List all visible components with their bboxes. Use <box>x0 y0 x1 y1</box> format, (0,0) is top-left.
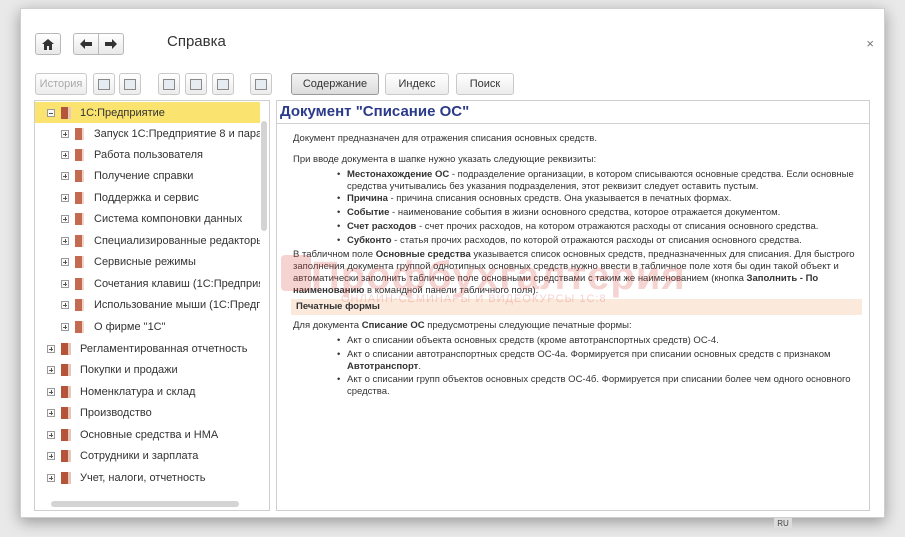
page-icon <box>75 212 84 225</box>
title-divider <box>277 123 869 124</box>
expand-toggle-icon[interactable] <box>61 300 69 309</box>
book-icon <box>61 428 71 441</box>
expand-toggle-icon[interactable] <box>47 344 55 353</box>
tree-item[interactable]: Использование мыши (1С:Предпри <box>35 294 260 315</box>
expand-toggle-icon[interactable] <box>61 322 69 331</box>
tree-horizontal-scrollbar[interactable] <box>51 501 239 507</box>
expand-toggle-icon[interactable] <box>47 473 55 482</box>
page-icon <box>75 191 84 204</box>
print-page-icon[interactable] <box>93 73 115 95</box>
book-icon <box>61 385 71 398</box>
tab-contents[interactable]: Содержание <box>291 73 379 95</box>
expand-toggle-icon[interactable] <box>47 387 55 396</box>
tree-item[interactable]: Специализированные редакторы <box>35 230 260 251</box>
tree-item[interactable]: Номенклатура и склад <box>35 381 260 402</box>
tree-vertical-scrollbar[interactable] <box>261 121 267 231</box>
arrow-left-icon <box>80 39 92 49</box>
field-item: Субконто - статья прочих расходов, по ко… <box>337 235 857 247</box>
tree-item[interactable]: Основные средства и НМА <box>35 424 260 445</box>
expand-toggle-icon[interactable] <box>47 451 55 460</box>
tab-search[interactable]: Поиск <box>456 73 514 95</box>
book-icon <box>61 342 71 355</box>
language-indicator: RU <box>774 518 792 530</box>
expand-toggle-icon[interactable] <box>61 236 69 245</box>
tree-item[interactable]: Производство <box>35 402 260 423</box>
print-intro: Для документа Списание ОС предусмотрены … <box>293 320 632 331</box>
expand-toggle-icon[interactable] <box>61 214 69 223</box>
expand-toggle-icon[interactable] <box>61 129 69 138</box>
expand-toggle-icon[interactable] <box>47 430 55 439</box>
book-icon <box>61 449 71 462</box>
home-button[interactable] <box>35 33 61 55</box>
sync-icon[interactable] <box>212 73 234 95</box>
arrow-right-icon <box>105 39 117 49</box>
tree-item[interactable]: Учет, налоги, отчетность <box>35 467 260 488</box>
tree-item[interactable]: Поддержка и сервис <box>35 187 260 208</box>
printer-icon[interactable] <box>250 73 272 95</box>
expand-toggle-icon[interactable] <box>61 150 69 159</box>
expand-toggle-icon[interactable] <box>47 408 55 417</box>
page-icon <box>75 277 84 290</box>
page-icon <box>75 234 84 247</box>
field-item: Событие - наименование события в жизни о… <box>337 207 857 219</box>
tree-item[interactable]: Запуск 1С:Предприятие 8 и парам <box>35 123 260 144</box>
page-icon <box>75 169 84 182</box>
page-icon <box>75 148 84 161</box>
print-form-item: Акт о списании автотранспортных средств … <box>337 349 857 373</box>
collapse-toggle-icon[interactable] <box>47 108 55 117</box>
tree-item[interactable]: Регламентированная отчетность <box>35 338 260 359</box>
contents-tree: 1С:Предприятие Запуск 1С:Предприятие 8 и… <box>34 100 270 511</box>
collapse-icon[interactable] <box>185 73 207 95</box>
tree-item[interactable]: Система компоновки данных <box>35 208 260 229</box>
tree-item[interactable]: Получение справки <box>35 165 260 186</box>
forward-button[interactable] <box>98 33 124 55</box>
book-icon <box>61 471 71 484</box>
tree-item[interactable]: Работа пользователя <box>35 144 260 165</box>
book-icon <box>61 363 71 376</box>
close-icon[interactable]: × <box>866 36 874 51</box>
back-button[interactable] <box>73 33 99 55</box>
tree-item[interactable]: 1С:Предприятие <box>35 102 260 123</box>
page-icon <box>75 320 84 333</box>
page-icon <box>75 255 84 268</box>
find-in-page-icon[interactable] <box>158 73 180 95</box>
expand-toggle-icon[interactable] <box>61 171 69 180</box>
expand-toggle-icon[interactable] <box>47 365 55 374</box>
document-title: Документ "Списание ОС" <box>280 103 470 120</box>
field-item: Местонахождение ОС - подразделение орган… <box>337 169 857 193</box>
history-button[interactable]: История <box>35 73 87 95</box>
expand-toggle-icon[interactable] <box>61 193 69 202</box>
page-icon <box>75 298 84 311</box>
print-form-item: Акт о списании групп объектов основных с… <box>337 374 857 398</box>
print-forms-header: Печатные формы <box>291 299 862 315</box>
home-icon <box>42 38 54 50</box>
field-item: Счет расходов - счет прочих расходов, на… <box>337 221 857 233</box>
field-item: Причина - причина списания основных сред… <box>337 193 857 205</box>
page-icon <box>75 127 84 140</box>
book-icon <box>61 106 71 119</box>
tab-index[interactable]: Индекс <box>385 73 449 95</box>
layout-icon[interactable] <box>119 73 141 95</box>
help-window: Справка × История Содержание Индекс Поис… <box>20 8 885 530</box>
book-icon <box>61 406 71 419</box>
tree-item[interactable]: Сервисные режимы <box>35 251 260 272</box>
print-form-item: Акт о списании объекта основных средств … <box>337 335 857 347</box>
tree-item[interactable]: Покупки и продажи <box>35 359 260 380</box>
expand-toggle-icon[interactable] <box>61 257 69 266</box>
window-title: Справка <box>167 33 226 50</box>
doc-header-intro: При вводе документа в шапке нужно указат… <box>293 154 597 165</box>
table-note: В табличном поле Основные средства указы… <box>293 249 855 296</box>
doc-intro: Документ предназначен для отражения спис… <box>293 133 597 144</box>
tree-item[interactable]: Сотрудники и зарплата <box>35 445 260 466</box>
expand-toggle-icon[interactable] <box>61 279 69 288</box>
tree-item[interactable]: Сочетания клавиш (1С:Предприятие <box>35 273 260 294</box>
help-content: Документ "Списание ОС" Документ предназн… <box>276 100 870 511</box>
tree-item[interactable]: О фирме "1С" <box>35 316 260 337</box>
